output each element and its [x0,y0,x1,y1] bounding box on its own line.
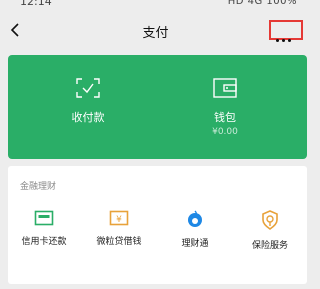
wallet-icon [213,78,237,98]
more-dots-icon [276,27,294,46]
status-time: 12:14 [20,0,52,8]
insurance-label: 保险服务 [251,241,288,251]
nav-bar: 支付 [0,14,311,48]
more-button[interactable] [269,20,303,42]
wealth-button[interactable]: 理财通 [160,210,230,249]
micro-loan-button[interactable]: ¥ 微粒贷借钱 [84,210,154,247]
receive-pay-label: 收付款 [71,111,105,124]
wealth-icon [188,210,202,227]
wallet-label: 钱包 [214,111,236,124]
status-bar: 12:14 HD 4G 100% [0,0,311,12]
pay-card: 收付款 钱包 ¥0.00 [8,55,307,159]
svg-text:¥: ¥ [116,215,122,225]
wallet-button[interactable]: 钱包 ¥0.00 [180,77,270,137]
section-title: 金融理财 [20,182,57,192]
finance-section: 金融理财 信用卡还款 ¥ 微粒贷借钱 理财通 保险服务 [8,166,307,284]
loan-icon: ¥ [109,210,129,226]
credit-card-repay-label: 信用卡还款 [21,237,67,247]
credit-card-icon [34,210,54,226]
receive-pay-button[interactable]: 收付款 [43,77,133,125]
page-title: 支付 [142,26,169,41]
insurance-button[interactable]: 保险服务 [235,210,305,251]
insurance-shield-icon [262,210,278,230]
wealth-label: 理财通 [181,239,209,249]
scan-check-icon [76,78,100,98]
credit-card-repay-button[interactable]: 信用卡还款 [9,210,79,247]
micro-loan-label: 微粒贷借钱 [96,237,142,247]
wallet-balance: ¥0.00 [212,127,238,137]
status-indicators: HD 4G 100% [227,0,297,7]
